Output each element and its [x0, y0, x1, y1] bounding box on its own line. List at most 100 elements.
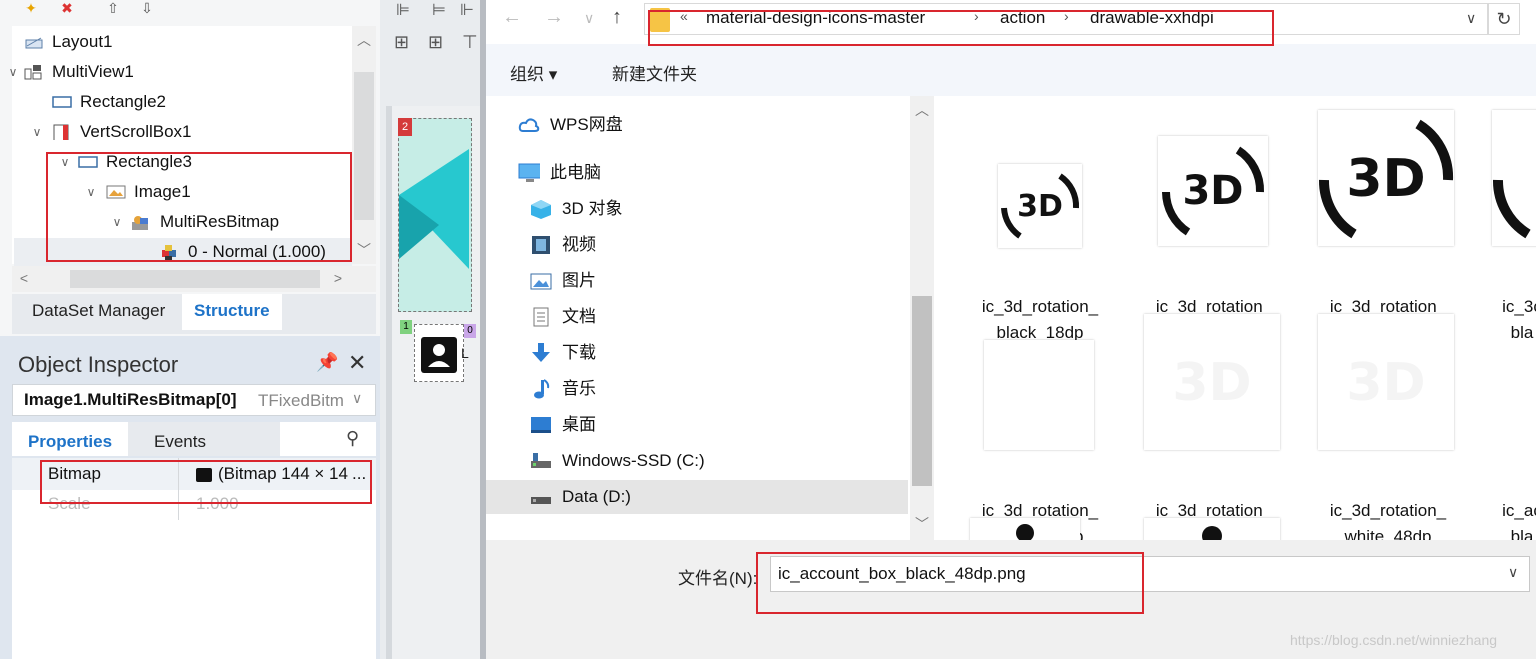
tab-properties[interactable]: Properties	[12, 422, 128, 456]
designer-badge: 0	[464, 324, 476, 338]
chevron-right-icon[interactable]: ›	[974, 8, 979, 24]
align-left-icon[interactable]: ⊫	[396, 0, 410, 20]
3d-rotation-white-icon: 3D	[1172, 353, 1251, 413]
tree-item-vertscrollbox1[interactable]: ∨ VertScrollBox1	[14, 118, 354, 146]
tree-item-multiview1[interactable]: ∨ MultiView1	[9, 58, 354, 86]
nav-item-label: WPS网盘	[550, 115, 623, 134]
designer-image1[interactable]: L	[414, 324, 469, 382]
nav-item-label: 此电脑	[550, 163, 601, 182]
file-item[interactable]: 3D ic_3d_rotation_ white_36dp	[1126, 314, 1302, 540]
nav-item-label: 3D 对象	[562, 199, 623, 218]
scroll-left-icon[interactable]: <	[14, 268, 34, 288]
property-value[interactable]: 1.000	[196, 494, 239, 514]
file-thumbnail	[984, 340, 1094, 450]
close-icon[interactable]: ✕	[348, 350, 366, 376]
file-item[interactable]: 3 ic_3c bla	[1474, 110, 1536, 342]
chevron-down-icon[interactable]: ∨	[110, 208, 124, 236]
chevron-down-icon[interactable]: ∨	[30, 118, 44, 146]
tree-item-bitmap-0[interactable]: 0 - Normal (1.000)	[14, 238, 352, 266]
file-name: ic_3d_rotation_ black_18dp	[981, 297, 1099, 342]
new-item-icon[interactable]: ✦	[20, 0, 42, 16]
tab-structure[interactable]: Structure	[182, 294, 282, 330]
music-icon	[534, 379, 550, 399]
chevron-down-icon[interactable]: ∨	[84, 178, 98, 206]
scroll-up-icon[interactable]: ︿	[354, 30, 374, 50]
refresh-icon[interactable]: ↻	[1488, 3, 1520, 35]
tree-item-image1[interactable]: ∨ Image1	[14, 178, 354, 206]
cloud-icon	[518, 118, 540, 132]
nav-item-label: 音乐	[562, 379, 596, 398]
tab-events[interactable]: Events	[130, 422, 230, 456]
tree-item-rectangle3[interactable]: ∨ Rectangle3	[14, 148, 354, 176]
account-icon-partial	[1016, 524, 1034, 540]
chevron-down-icon[interactable]: ∨	[58, 148, 72, 176]
chevron-down-icon[interactable]: ∨	[352, 390, 362, 407]
multiview-icon	[24, 65, 42, 80]
scroll-right-icon[interactable]: >	[328, 268, 348, 288]
property-name: Bitmap	[48, 464, 101, 483]
tree-horizontal-scroll-thumb[interactable]	[70, 270, 320, 288]
delete-item-icon[interactable]: ✖	[56, 0, 78, 16]
organize-button[interactable]: 组织 ▾	[510, 60, 557, 85]
file-item[interactable]: 3D ic_3d_rotation_ black_18dp	[952, 136, 1128, 342]
address-dropdown-icon[interactable]: ∨	[1466, 10, 1476, 27]
grid-align-icon[interactable]: ⊤	[462, 32, 478, 53]
designer-rectangle3[interactable]	[398, 118, 472, 312]
nav-item-label: Windows-SSD (C:)	[562, 451, 705, 470]
breadcrumb-item[interactable]: drawable-xxhdpi	[1090, 8, 1214, 28]
drive-icon	[531, 453, 551, 468]
tree-vertical-scroll-thumb[interactable]	[354, 72, 374, 220]
search-icon[interactable]: ⚲	[346, 428, 359, 449]
breadcrumb-overflow[interactable]: «	[680, 8, 688, 24]
move-up-icon[interactable]: ⇧	[102, 0, 124, 16]
tree-item-label: Rectangle2	[80, 92, 167, 111]
file-item[interactable]: 3D ic_3d_rotation_ black_24dp	[1126, 136, 1302, 342]
layout-icon	[25, 37, 43, 49]
chevron-right-icon[interactable]: ›	[1064, 8, 1069, 24]
tree-item-multiresbitmap[interactable]: ∨ MultiResBitmap	[14, 208, 354, 236]
move-down-icon[interactable]: ⇩	[136, 0, 158, 16]
nav-vertical-scroll-thumb[interactable]	[912, 296, 932, 486]
file-item[interactable]: ic_3d_rotation_ white_24dp	[952, 340, 1128, 540]
breadcrumb-item[interactable]: action	[1000, 8, 1045, 28]
property-name: Scale	[48, 494, 91, 513]
tree-item-layout1[interactable]: Layout1	[14, 28, 354, 56]
pin-icon[interactable]: 📌	[316, 352, 338, 373]
align-right-icon[interactable]: ⊩	[460, 0, 474, 20]
tab-dataset-manager[interactable]: DataSet Manager	[20, 294, 177, 332]
file-thumbnail: 3D	[1158, 136, 1268, 246]
object-inspector-title: Object Inspector	[18, 352, 179, 377]
chevron-down-icon[interactable]: ∨	[1508, 564, 1518, 581]
align-center-icon[interactable]: ⊨	[432, 0, 446, 20]
scroll-up-icon[interactable]: ︿	[912, 100, 932, 120]
up-icon[interactable]: ↑	[612, 6, 622, 29]
3d-rotation-white-icon: 3D	[1346, 353, 1425, 413]
recent-locations-icon[interactable]: ∨	[584, 10, 594, 27]
breadcrumb-item[interactable]: material-design-icons-master	[706, 8, 925, 28]
back-icon[interactable]: ←	[502, 6, 522, 29]
thumb-text: 3D	[1182, 168, 1243, 214]
grid-align-icon[interactable]: ⊞	[394, 32, 409, 53]
bitmap-value-icon	[196, 468, 212, 482]
property-search-box[interactable]	[280, 422, 376, 456]
file-item[interactable]: ic_ac bla	[1474, 340, 1536, 540]
scroll-down-icon[interactable]: ﹀	[912, 514, 932, 534]
property-ellipsis-button[interactable]: ...	[352, 464, 366, 484]
tree-item-rectangle2[interactable]: Rectangle2	[14, 88, 354, 116]
property-value[interactable]: (Bitmap 144 × 14	[218, 464, 370, 484]
scroll-down-icon[interactable]: ﹀	[354, 240, 374, 260]
account-box-icon	[421, 337, 457, 373]
3d-objects-icon	[531, 200, 551, 219]
nav-item-label: 视频	[562, 235, 596, 254]
teal-shape	[399, 149, 469, 269]
forward-icon[interactable]: →	[544, 6, 564, 29]
file-name: ic_ac bla	[1502, 501, 1536, 540]
chevron-down-icon[interactable]: ∨	[6, 58, 20, 86]
new-folder-button[interactable]: 新建文件夹	[612, 60, 697, 85]
image-icon	[106, 185, 126, 199]
vertscrollbox-icon	[53, 124, 69, 140]
grid-align-icon[interactable]: ⊞	[428, 32, 443, 53]
file-item-partial[interactable]	[970, 518, 1080, 540]
file-item-partial[interactable]	[1144, 518, 1280, 540]
thumb-text: 3D	[1172, 353, 1251, 413]
